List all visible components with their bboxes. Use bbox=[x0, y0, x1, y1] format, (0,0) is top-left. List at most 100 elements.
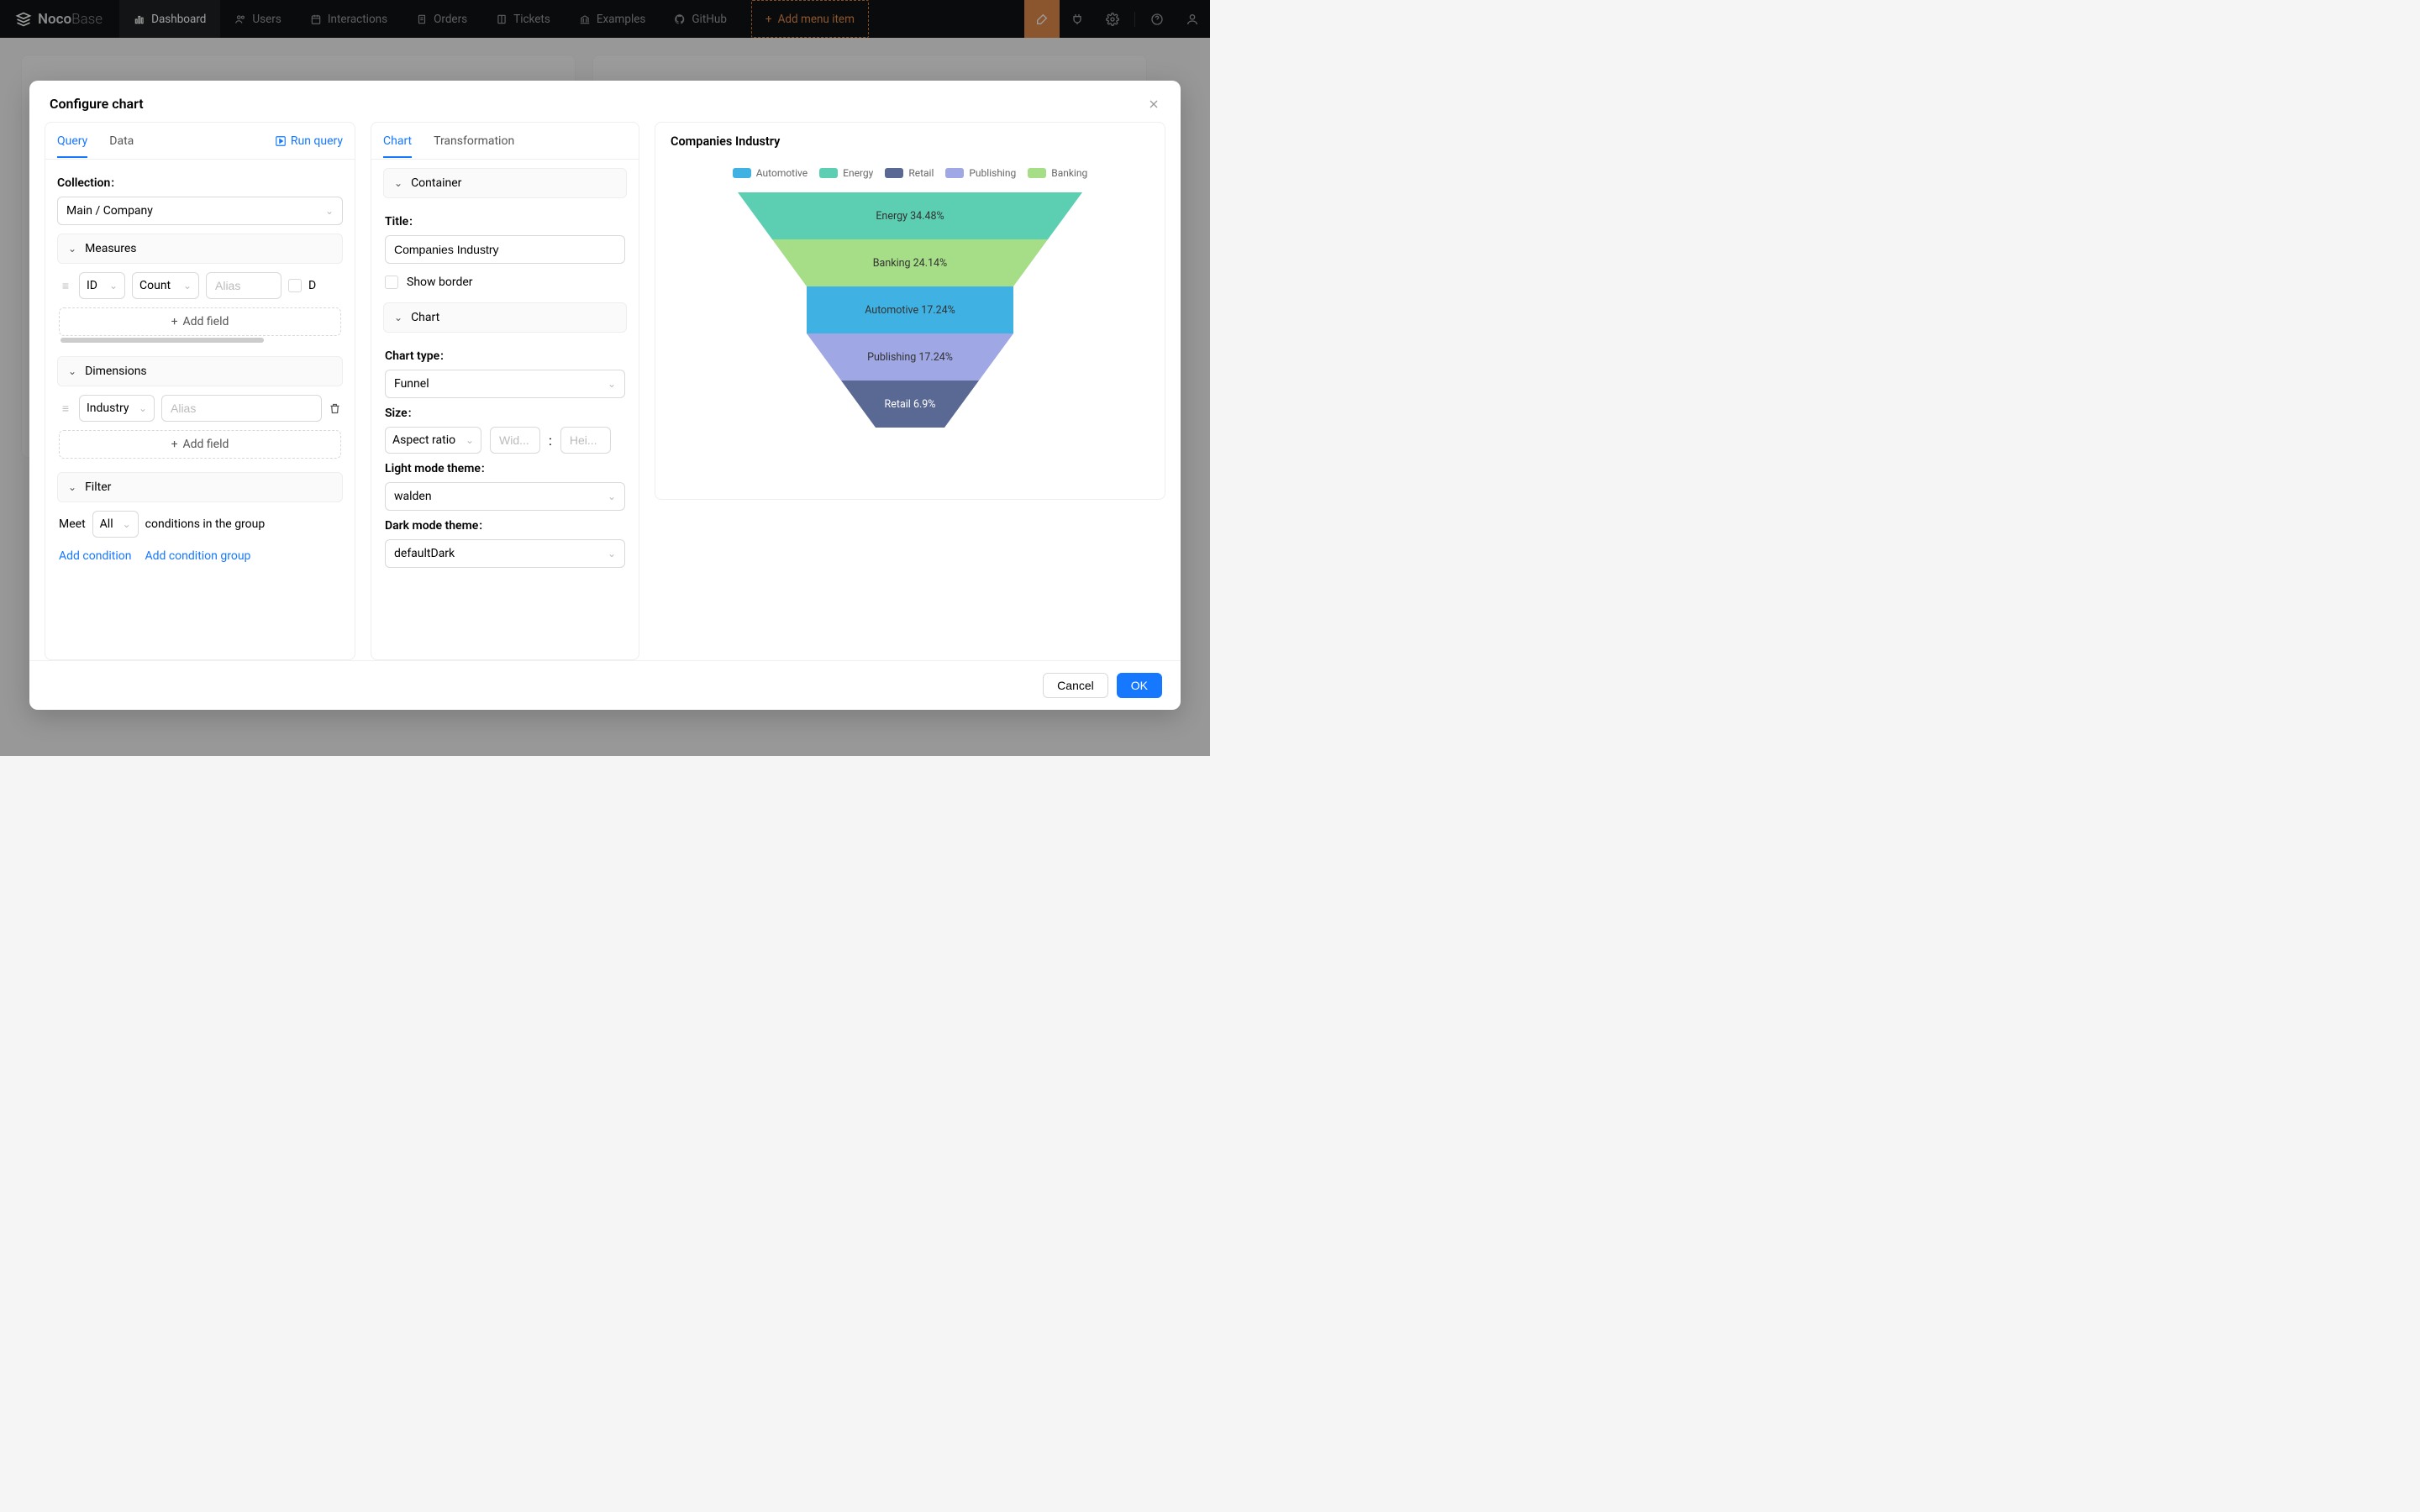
delete-button[interactable] bbox=[329, 402, 341, 415]
collection-select[interactable]: Main / Company ⌄ bbox=[57, 197, 343, 225]
size-mode-value: Aspect ratio bbox=[392, 433, 455, 447]
filter-body: Meet All⌄ conditions in the group Add co… bbox=[57, 502, 343, 568]
close-button[interactable] bbox=[1147, 97, 1160, 111]
run-query-button[interactable]: Run query bbox=[275, 134, 343, 148]
measure-field-select[interactable]: ID ⌄ bbox=[79, 272, 125, 299]
show-border-checkbox[interactable] bbox=[385, 276, 398, 289]
add-dimension-field-button[interactable]: + Add field bbox=[59, 430, 341, 459]
legend-label: Publishing bbox=[969, 167, 1016, 179]
drag-handle-icon[interactable]: ≡ bbox=[59, 279, 72, 293]
dimension-field: Industry bbox=[87, 402, 129, 415]
chevron-down-icon: ⌄ bbox=[608, 378, 616, 390]
funnel-seg-publishing[interactable]: Publishing 17.24% bbox=[738, 333, 1082, 381]
size-mode-select[interactable]: Aspect ratio ⌄ bbox=[385, 427, 481, 454]
legend-item[interactable]: Banking bbox=[1028, 167, 1087, 179]
horizontal-scrollbar[interactable] bbox=[60, 338, 264, 343]
add-condition-link[interactable]: Add condition bbox=[59, 549, 131, 563]
chart-legend: Automotive Energy Retail Publishing Bank… bbox=[655, 157, 1165, 192]
query-panel: Query Data Run query Collection Main / C… bbox=[45, 122, 355, 660]
funnel-seg-energy[interactable]: Energy 34.48% bbox=[738, 192, 1082, 239]
funnel-seg-retail[interactable]: Retail 6.9% bbox=[738, 381, 1082, 428]
funnel-seg-banking[interactable]: Banking 24.14% bbox=[738, 239, 1082, 286]
chevron-down-icon: ⌄ bbox=[325, 205, 334, 217]
chevron-down-icon: ⌄ bbox=[183, 280, 192, 291]
swatch-icon bbox=[1028, 168, 1046, 178]
chart-config-scroll[interactable]: ⌄ Container Title Show border ⌄ Chart bbox=[371, 160, 639, 659]
measure-field: ID bbox=[87, 279, 97, 292]
dark-theme-label: Dark mode theme bbox=[385, 519, 482, 533]
modal-header: Configure chart bbox=[29, 81, 1181, 120]
cancel-button[interactable]: Cancel bbox=[1043, 673, 1108, 698]
chart-preview-panel: Companies Industry Automotive Energy Ret… bbox=[655, 122, 1165, 660]
chevron-down-icon: ⌄ bbox=[608, 548, 616, 559]
dimensions-label: Dimensions bbox=[85, 365, 147, 378]
swatch-icon bbox=[819, 168, 838, 178]
add-condition-group-link[interactable]: Add condition group bbox=[145, 549, 250, 563]
measure-d-label: D bbox=[308, 279, 316, 292]
funnel-label: Banking 24.14% bbox=[873, 257, 947, 270]
chevron-down-icon: ⌄ bbox=[608, 491, 616, 502]
configure-chart-modal: Configure chart Query Data Run query Col… bbox=[29, 81, 1181, 710]
size-label: Size bbox=[385, 407, 412, 420]
modal-footer: Cancel OK bbox=[29, 660, 1181, 710]
dark-theme-select[interactable]: defaultDark ⌄ bbox=[385, 539, 625, 568]
chevron-down-icon: ⌄ bbox=[123, 518, 131, 530]
tab-query[interactable]: Query bbox=[57, 125, 87, 157]
measure-agg-select[interactable]: Count⌄ bbox=[132, 272, 199, 299]
chart-title-input[interactable] bbox=[385, 235, 625, 264]
drag-handle-icon[interactable]: ≡ bbox=[59, 402, 72, 416]
measure-checkbox[interactable] bbox=[288, 279, 302, 292]
filter-all-select[interactable]: All⌄ bbox=[92, 511, 139, 538]
swatch-icon bbox=[885, 168, 903, 178]
tab-transformation[interactable]: Transformation bbox=[434, 125, 514, 157]
left-tabs: Query Data Run query bbox=[45, 123, 355, 160]
modal-body: Query Data Run query Collection Main / C… bbox=[29, 120, 1181, 660]
show-border-label: Show border bbox=[407, 276, 473, 289]
collection-label: Collection bbox=[57, 176, 114, 190]
light-theme-value: walden bbox=[394, 490, 432, 503]
add-measure-field-button[interactable]: + Add field bbox=[59, 307, 341, 336]
size-height-input[interactable] bbox=[560, 427, 611, 454]
tab-data[interactable]: Data bbox=[109, 125, 134, 157]
dimension-field-select[interactable]: Industry⌄ bbox=[79, 395, 155, 422]
legend-label: Automotive bbox=[756, 167, 808, 179]
ok-button[interactable]: OK bbox=[1117, 673, 1162, 698]
trash-icon bbox=[329, 402, 341, 415]
legend-item[interactable]: Energy bbox=[819, 167, 873, 179]
play-icon bbox=[275, 135, 287, 147]
light-theme-select[interactable]: walden ⌄ bbox=[385, 482, 625, 511]
chart-section-label: Chart bbox=[411, 311, 439, 324]
legend-label: Retail bbox=[908, 167, 934, 179]
chevron-down-icon: ⌄ bbox=[466, 434, 474, 446]
light-theme-label: Light mode theme bbox=[385, 462, 485, 475]
chart-type-select[interactable]: Funnel ⌄ bbox=[385, 370, 625, 398]
dimensions-body: ≡ Industry⌄ + Add field bbox=[57, 386, 343, 464]
query-scroll[interactable]: Collection Main / Company ⌄ ⌄ Measures ≡… bbox=[45, 160, 355, 659]
mid-tabs: Chart Transformation bbox=[371, 123, 639, 160]
size-width-input[interactable] bbox=[490, 427, 540, 454]
dimension-alias-input[interactable] bbox=[161, 395, 322, 422]
legend-item[interactable]: Retail bbox=[885, 167, 934, 179]
collection-value: Main / Company bbox=[66, 204, 153, 218]
dark-theme-value: defaultDark bbox=[394, 547, 455, 560]
funnel-seg-automotive[interactable]: Automotive 17.24% bbox=[738, 286, 1082, 333]
filter-section-head[interactable]: ⌄ Filter bbox=[57, 472, 343, 502]
tab-chart[interactable]: Chart bbox=[383, 125, 412, 157]
add-field-label: Add field bbox=[183, 315, 229, 328]
container-section-head[interactable]: ⌄ Container bbox=[383, 168, 627, 198]
legend-label: Banking bbox=[1051, 167, 1087, 179]
measures-label: Measures bbox=[85, 242, 136, 255]
measures-section-head[interactable]: ⌄ Measures bbox=[57, 234, 343, 264]
plus-icon: + bbox=[171, 438, 178, 451]
preview-title: Companies Industry bbox=[655, 123, 1165, 157]
chevron-down-icon: ⌄ bbox=[109, 280, 118, 291]
chart-type-label: Chart type bbox=[385, 349, 444, 363]
measure-alias-input[interactable] bbox=[206, 272, 281, 299]
funnel-label: Automotive 17.24% bbox=[865, 304, 955, 317]
container-label: Container bbox=[411, 176, 461, 190]
dimensions-section-head[interactable]: ⌄ Dimensions bbox=[57, 356, 343, 386]
legend-item[interactable]: Automotive bbox=[733, 167, 808, 179]
legend-item[interactable]: Publishing bbox=[945, 167, 1016, 179]
chart-section-head[interactable]: ⌄ Chart bbox=[383, 302, 627, 333]
filter-label: Filter bbox=[85, 480, 111, 494]
